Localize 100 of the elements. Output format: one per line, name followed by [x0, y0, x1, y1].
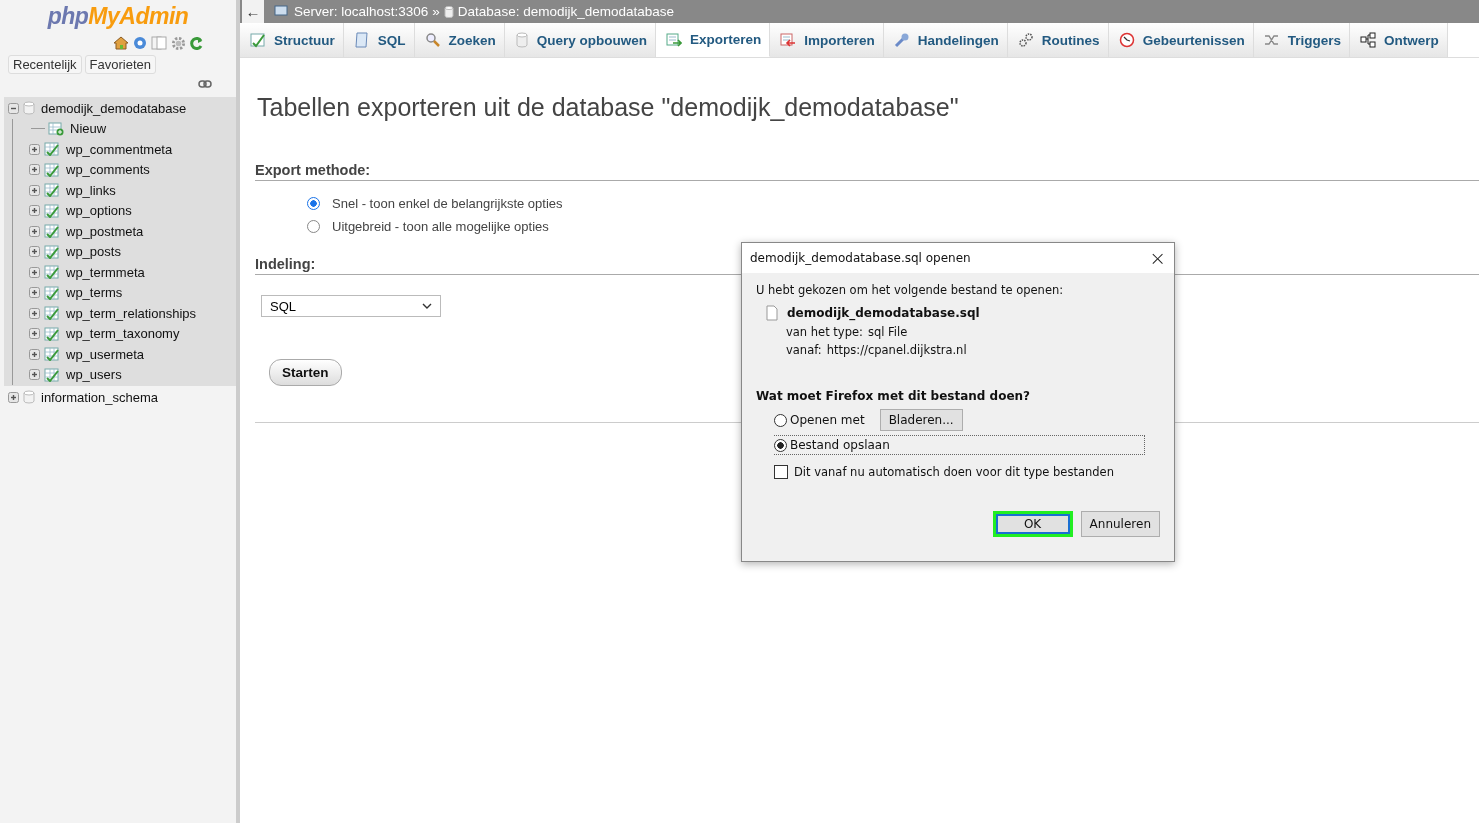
- table-name[interactable]: wp_usermeta: [66, 346, 145, 362]
- table-name[interactable]: wp_users: [66, 367, 122, 383]
- table-name[interactable]: wp_termmeta: [66, 264, 145, 280]
- database-icon: [443, 5, 454, 18]
- database-icon: [23, 390, 35, 405]
- table-icon: [44, 347, 60, 362]
- table-icon: [44, 142, 60, 157]
- dialog-button[interactable]: OK: [992, 511, 1073, 537]
- gears-icon: [1017, 32, 1034, 48]
- table-name[interactable]: wp_options: [66, 203, 132, 219]
- nav-tab[interactable]: Handelingen: [883, 23, 1008, 57]
- nav-tab[interactable]: Routines: [1007, 23, 1109, 57]
- radio-button[interactable]: [774, 413, 787, 427]
- nav-tab[interactable]: Zoeken: [414, 23, 505, 57]
- table-icon: [44, 265, 60, 280]
- toggle-icon[interactable]: [29, 246, 41, 258]
- nav-tab[interactable]: Query opbouwen: [504, 23, 657, 57]
- browse-button[interactable]: Bladeren...: [879, 409, 963, 431]
- nav-tab[interactable]: Gebeurtenissen: [1108, 23, 1254, 57]
- export-icon: [666, 31, 683, 48]
- toggle-icon[interactable]: [29, 184, 41, 196]
- radio-label[interactable]: Bestand opslaan: [790, 438, 890, 452]
- page-title: Tabellen exporteren uit de database "demodijk_demodatabase": [257, 93, 960, 122]
- document-icon: [353, 32, 370, 48]
- table-icon: [44, 367, 60, 382]
- search-icon: [424, 32, 441, 48]
- server-link[interactable]: Server: localhost:3306: [294, 4, 429, 19]
- help-icon[interactable]: [133, 36, 147, 50]
- section-heading: Export methode:: [255, 162, 1479, 181]
- breadcrumb-separator: »: [432, 4, 440, 19]
- nav-tab[interactable]: Structuur: [240, 23, 344, 57]
- table-name[interactable]: wp_comments: [66, 162, 150, 178]
- link-icon[interactable]: [198, 80, 212, 88]
- format-dropdown[interactable]: SQL: [261, 295, 441, 317]
- toggle-icon[interactable]: [29, 266, 41, 278]
- dialog-intro: U hebt gekozen om het volgende bestand te openen:: [756, 283, 1065, 297]
- nav-tab[interactable]: Ontwerp: [1349, 23, 1448, 57]
- clock-icon: [1118, 32, 1135, 48]
- toggle-icon[interactable]: [29, 328, 41, 340]
- table-name[interactable]: wp_term_relationships: [66, 305, 197, 321]
- toggle-icon[interactable]: [29, 348, 41, 360]
- database-name[interactable]: demodijk_demodatabase: [41, 100, 187, 116]
- table-icon: [44, 162, 60, 177]
- file-icon: [766, 305, 778, 321]
- nav-tab[interactable]: SQL: [343, 23, 415, 57]
- server-icon: [274, 4, 290, 19]
- new-table-icon: [48, 121, 64, 136]
- toggle-icon[interactable]: [29, 307, 41, 319]
- table-icon: [44, 285, 60, 300]
- table-icon: [250, 32, 266, 48]
- toggle-icon[interactable]: [29, 369, 41, 381]
- radio-button[interactable]: [307, 197, 320, 210]
- toggle-icon[interactable]: [29, 143, 41, 155]
- toggle-icon[interactable]: [29, 225, 41, 237]
- table-icon: [44, 224, 60, 239]
- database-link[interactable]: Database: demodijk_demodatabase: [457, 4, 674, 19]
- sidebar-tab[interactable]: Favorieten: [84, 55, 156, 74]
- table-name[interactable]: wp_links: [66, 182, 116, 198]
- reload-icon[interactable]: [190, 36, 203, 50]
- table-icon: [44, 183, 60, 198]
- table-name[interactable]: wp_postmeta: [66, 223, 144, 239]
- dialog-question: Wat moet Firefox met dit bestand doen?: [756, 389, 1032, 403]
- logo[interactable]: phpMyAdmin: [0, 3, 236, 30]
- start-button[interactable]: Starten: [269, 359, 342, 386]
- table-icon: [44, 326, 60, 341]
- toggle-icon[interactable]: [29, 164, 41, 176]
- radio-label[interactable]: Uitgebreid - toon alle mogelijke opties: [332, 219, 549, 234]
- table-name[interactable]: wp_terms: [66, 285, 123, 301]
- toggle-icon[interactable]: [8, 391, 20, 403]
- table-icon: [44, 203, 60, 218]
- radio-button[interactable]: [774, 438, 787, 452]
- checkbox-label[interactable]: Dit vanaf nu automatisch doen voor dit type bestanden: [794, 465, 1114, 479]
- nav-tab[interactable]: Importeren: [770, 23, 884, 57]
- settings-icon[interactable]: [171, 36, 186, 51]
- checkbox[interactable]: [774, 465, 788, 479]
- source-url: https://cpanel.dijkstra.nl: [826, 343, 967, 357]
- shuffle-icon: [1263, 32, 1280, 48]
- database-node[interactable]: information_schema: [4, 386, 236, 409]
- table-name[interactable]: wp_term_taxonomy: [66, 326, 180, 342]
- table-name[interactable]: wp_posts: [66, 244, 121, 260]
- radio-label[interactable]: Openen met: [790, 413, 865, 427]
- dialog-button[interactable]: Annuleren: [1080, 511, 1160, 537]
- table-name[interactable]: wp_commentmeta: [66, 141, 173, 157]
- source-label: vanaf:: [786, 343, 822, 357]
- database-icon: [514, 32, 529, 48]
- diagram-icon: [1359, 32, 1376, 48]
- toggle-icon[interactable]: [29, 205, 41, 217]
- sidebar-tab[interactable]: Recentelijk: [8, 55, 82, 74]
- chevron-icon: [422, 303, 432, 309]
- wrench-icon: [893, 32, 910, 48]
- home-icon[interactable]: [113, 36, 129, 50]
- table-icon: [44, 244, 60, 259]
- radio-label[interactable]: Snel - toon enkel de belangrijkste opties: [332, 196, 563, 211]
- toggle-icon[interactable]: [29, 287, 41, 299]
- table-name[interactable]: Nieuw: [70, 121, 107, 137]
- database-name[interactable]: information_schema: [41, 389, 159, 405]
- import-icon: [780, 32, 797, 48]
- nav-tab[interactable]: Triggers: [1253, 23, 1350, 57]
- database-icon: [23, 101, 35, 116]
- toggle-icon[interactable]: [8, 102, 20, 114]
